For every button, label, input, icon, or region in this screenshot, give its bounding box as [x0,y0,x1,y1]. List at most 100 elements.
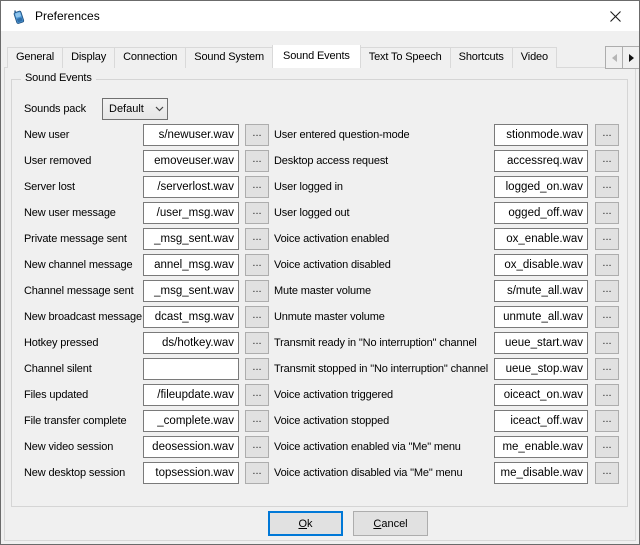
ok-button[interactable]: Ok [268,511,343,536]
sound-event-label: Voice activation enabled via "Me" menu [274,441,494,453]
browse-button[interactable]: ... [245,410,269,432]
tab-scroll-right-button[interactable] [622,46,640,69]
sound-file-input[interactable] [494,436,588,458]
browse-button[interactable]: ... [245,462,269,484]
sound-file-input[interactable] [143,176,239,198]
sound-file-input[interactable] [143,384,239,406]
sound-file-input[interactable] [494,358,588,380]
sound-event-row: Voice activation disabled ... [274,254,619,276]
sound-event-row: File transfer complete ... [24,410,269,432]
sound-event-row: Voice activation disabled via "Me" menu … [274,462,619,484]
browse-button[interactable]: ... [595,176,619,198]
tab-sound-events[interactable]: Sound Events [272,45,361,68]
browse-button[interactable]: ... [595,358,619,380]
sound-event-label: Server lost [24,181,143,193]
ellipsis-label: ... [602,180,611,191]
sound-event-label: Unmute master volume [274,311,494,323]
sound-event-label: Voice activation stopped [274,415,494,427]
ellipsis-label: ... [252,414,261,425]
browse-button[interactable]: ... [245,280,269,302]
sound-event-row: New channel message ... [24,254,269,276]
sound-file-input[interactable] [494,332,588,354]
ellipsis-label: ... [252,206,261,217]
browse-button[interactable]: ... [595,124,619,146]
tab-display[interactable]: Display [62,47,115,68]
sound-file-input[interactable] [143,410,239,432]
browse-button[interactable]: ... [245,254,269,276]
browse-button[interactable]: ... [595,280,619,302]
browse-button[interactable]: ... [245,306,269,328]
sounds-pack-select[interactable]: Default [102,98,168,120]
tab-connection[interactable]: Connection [114,47,186,68]
browse-button[interactable]: ... [595,150,619,172]
sound-file-input[interactable] [143,202,239,224]
tab-video[interactable]: Video [512,47,557,68]
sound-file-input[interactable] [494,306,588,328]
sound-file-input[interactable] [143,332,239,354]
cancel-button[interactable]: Cancel [353,511,428,536]
browse-button[interactable]: ... [595,202,619,224]
ellipsis-label: ... [602,206,611,217]
browse-button[interactable]: ... [245,150,269,172]
browse-button[interactable]: ... [595,306,619,328]
sound-file-input[interactable] [143,280,239,302]
sound-event-row: User logged in ... [274,176,619,198]
ellipsis-label: ... [602,128,611,139]
sound-file-input[interactable] [494,176,588,198]
sound-event-row: User logged out ... [274,202,619,224]
browse-button[interactable]: ... [595,384,619,406]
sound-event-row: New broadcast message ... [24,306,269,328]
sound-event-row: Hotkey pressed ... [24,332,269,354]
sound-file-input[interactable] [143,124,239,146]
sound-file-input[interactable] [494,124,588,146]
ellipsis-label: ... [252,388,261,399]
sound-event-label: Channel silent [24,363,143,375]
sound-file-input[interactable] [143,150,239,172]
browse-button[interactable]: ... [245,124,269,146]
sound-file-input[interactable] [494,280,588,302]
tab-sound-system[interactable]: Sound System [185,47,273,68]
browse-button[interactable]: ... [595,410,619,432]
tab-shortcuts[interactable]: Shortcuts [450,47,513,68]
sound-event-row: Files updated ... [24,384,269,406]
sound-event-label: Voice activation triggered [274,389,494,401]
tab-scroll-left-button[interactable] [605,46,623,69]
browse-button[interactable]: ... [595,462,619,484]
browse-button[interactable]: ... [245,332,269,354]
sound-file-input[interactable] [143,436,239,458]
close-icon[interactable] [601,7,629,26]
sound-file-input[interactable] [143,254,239,276]
sound-file-input[interactable] [494,150,588,172]
sound-file-input[interactable] [494,410,588,432]
sound-event-label: User logged in [274,181,494,193]
browse-button[interactable]: ... [595,254,619,276]
sound-file-input[interactable] [494,384,588,406]
sounds-pack-value: Default [103,103,151,115]
sound-event-row: Channel silent ... [24,358,269,380]
tab-text-to-speech[interactable]: Text To Speech [360,47,451,68]
browse-button[interactable]: ... [245,358,269,380]
browse-button[interactable]: ... [245,202,269,224]
sound-file-input[interactable] [494,202,588,224]
browse-button[interactable]: ... [245,436,269,458]
ellipsis-label: ... [602,440,611,451]
ellipsis-label: ... [602,388,611,399]
sound-file-input[interactable] [143,462,239,484]
sound-event-row: Channel message sent ... [24,280,269,302]
sound-event-row: Voice activation triggered ... [274,384,619,406]
browse-button[interactable]: ... [245,176,269,198]
sound-file-input[interactable] [494,462,588,484]
browse-button[interactable]: ... [245,384,269,406]
sound-file-input[interactable] [494,228,588,250]
browse-button[interactable]: ... [595,228,619,250]
sound-file-input[interactable] [143,228,239,250]
browse-button[interactable]: ... [245,228,269,250]
browse-button[interactable]: ... [595,436,619,458]
sound-file-input[interactable] [494,254,588,276]
tab-general[interactable]: General [7,47,63,68]
sound-file-input[interactable] [143,358,239,380]
sound-event-row: Unmute master volume ... [274,306,619,328]
sound-file-input[interactable] [143,306,239,328]
browse-button[interactable]: ... [595,332,619,354]
ellipsis-label: ... [602,284,611,295]
